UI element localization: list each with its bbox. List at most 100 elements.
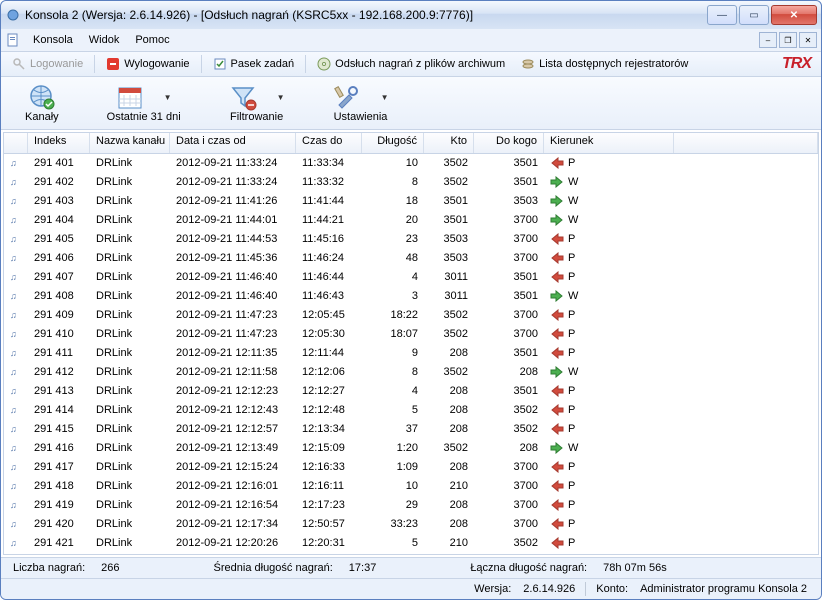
cell-duration: 29 [362,499,424,511]
recording-icon: ♫ [10,158,17,168]
chevron-down-icon: ▼ [277,93,285,102]
cell-direction: P [544,327,674,341]
logout-button[interactable]: Wylogowanie [99,54,196,74]
table-row[interactable]: ♫291 419DRLink2012-09-21 12:16:5412:17:2… [4,496,818,515]
recording-icon: ♫ [10,215,17,225]
cell-direction: P [544,498,674,512]
cell-to: 11:45:16 [296,233,362,245]
table-row[interactable]: ♫291 407DRLink2012-09-21 11:46:4011:46:4… [4,268,818,287]
direction-letter: P [568,518,575,530]
big-toolbar: Kanały ▼ Ostatnie 31 dni ▼ Filtrowanie [1,77,821,130]
table-row[interactable]: ♫291 408DRLink2012-09-21 11:46:4011:46:4… [4,287,818,306]
cell-indeks: 291 401 [28,157,90,169]
table-row[interactable]: ♫291 404DRLink2012-09-21 11:44:0111:44:2… [4,211,818,230]
table-row[interactable]: ♫291 416DRLink2012-09-21 12:13:4912:15:0… [4,439,818,458]
cell-indeks: 291 414 [28,404,90,416]
cell-duration: 1:20 [362,442,424,454]
menubar: Konsola Widok Pomoc – ❐ ✕ [1,29,821,52]
cell-direction: W [544,175,674,189]
filter-button[interactable]: ▼ Filtrowanie [225,81,289,125]
table-row[interactable]: ♫291 406DRLink2012-09-21 11:45:3611:46:2… [4,249,818,268]
col-nazwa[interactable]: Nazwa kanału [90,133,170,153]
cell-duration: 4 [362,271,424,283]
taskbar-button[interactable]: Pasek zadań [206,54,302,74]
recording-icon: ♫ [10,462,17,472]
recording-icon: ♫ [10,196,17,206]
cell-to: 11:33:34 [296,157,362,169]
cell-to: 12:11:44 [296,347,362,359]
table-row[interactable]: ♫291 403DRLink2012-09-21 11:41:2611:41:4… [4,192,818,211]
col-kto[interactable]: Kto [424,133,474,153]
settings-label: Ustawienia [334,111,388,123]
archive-button[interactable]: Odsłuch nagrań z plików archiwum [310,54,512,74]
recorders-button[interactable]: Lista dostępnych rejestratorów [514,54,695,74]
table-row[interactable]: ♫291 401DRLink2012-09-21 11:33:2411:33:3… [4,154,818,173]
cell-direction: W [544,289,674,303]
cell-direction: W [544,194,674,208]
channels-button[interactable]: Kanały [21,81,63,125]
table-row[interactable]: ♫291 409DRLink2012-09-21 11:47:2312:05:4… [4,306,818,325]
cell-to-who: 3700 [474,461,544,473]
recording-icon: ♫ [10,177,17,187]
cell-indeks: 291 418 [28,480,90,492]
arrow-left-icon [550,403,564,417]
recording-icon: ♫ [10,310,17,320]
mdi-minimize-button[interactable]: – [759,32,777,48]
recording-icon: ♫ [10,234,17,244]
recording-icon: ♫ [10,272,17,282]
mdi-close-button[interactable]: ✕ [799,32,817,48]
cell-indeks: 291 412 [28,366,90,378]
recording-icon: ♫ [10,519,17,529]
col-indeks[interactable]: Indeks [28,133,90,153]
table-row[interactable]: ♫291 413DRLink2012-09-21 12:12:2312:12:2… [4,382,818,401]
cell-to: 11:44:21 [296,214,362,226]
cell-to-who: 208 [474,366,544,378]
col-czas-do[interactable]: Czas do [296,133,362,153]
col-kierunek[interactable]: Kierunek [544,133,674,153]
maximize-button[interactable]: ▭ [739,5,769,25]
close-button[interactable]: ✕ [771,5,817,25]
table-row[interactable]: ♫291 414DRLink2012-09-21 12:12:4312:12:4… [4,401,818,420]
col-data-od[interactable]: Data i czas od [170,133,296,153]
minimize-button[interactable]: — [707,5,737,25]
direction-letter: P [568,309,575,321]
col-icon[interactable] [4,133,28,153]
table-row[interactable]: ♫291 418DRLink2012-09-21 12:16:0112:16:1… [4,477,818,496]
cell-channel: DRLink [90,537,170,549]
last31-button[interactable]: ▼ Ostatnie 31 dni [103,81,185,125]
cell-to-who: 3700 [474,309,544,321]
recording-icon: ♫ [10,405,17,415]
cell-from: 2012-09-21 12:17:34 [170,518,296,530]
table-row[interactable]: ♫291 415DRLink2012-09-21 12:12:5712:13:3… [4,420,818,439]
count-value: 266 [97,562,123,574]
col-dlugosc[interactable]: Długość [362,133,424,153]
grid-body[interactable]: ♫291 401DRLink2012-09-21 11:33:2411:33:3… [4,154,818,554]
cell-duration: 18:07 [362,328,424,340]
menu-pomoc[interactable]: Pomoc [127,32,177,48]
cell-to-who: 3501 [474,385,544,397]
direction-letter: P [568,157,575,169]
table-row[interactable]: ♫291 410DRLink2012-09-21 11:47:2312:05:3… [4,325,818,344]
cell-who: 210 [424,537,474,549]
table-row[interactable]: ♫291 412DRLink2012-09-21 12:11:5812:12:0… [4,363,818,382]
table-row[interactable]: ♫291 420DRLink2012-09-21 12:17:3412:50:5… [4,515,818,534]
menu-widok[interactable]: Widok [81,32,128,48]
separator [585,582,586,596]
cell-to-who: 3700 [474,499,544,511]
cell-to-who: 3700 [474,480,544,492]
table-row[interactable]: ♫291 402DRLink2012-09-21 11:33:2411:33:3… [4,173,818,192]
table-row[interactable]: ♫291 421DRLink2012-09-21 12:20:2612:20:3… [4,534,818,553]
direction-letter: P [568,233,575,245]
table-row[interactable]: ♫291 405DRLink2012-09-21 11:44:5311:45:1… [4,230,818,249]
total-value: 78h 07m 56s [599,562,671,574]
arrow-left-icon [550,308,564,322]
menu-konsola[interactable]: Konsola [25,32,81,48]
col-do-kogo[interactable]: Do kogo [474,133,544,153]
mdi-restore-button[interactable]: ❐ [779,32,797,48]
table-row[interactable]: ♫291 411DRLink2012-09-21 12:11:3512:11:4… [4,344,818,363]
cell-to-who: 3501 [474,157,544,169]
cell-to-who: 3700 [474,328,544,340]
settings-button[interactable]: ▼ Ustawienia [329,81,393,125]
table-row[interactable]: ♫291 417DRLink2012-09-21 12:15:2412:16:3… [4,458,818,477]
direction-letter: P [568,480,575,492]
